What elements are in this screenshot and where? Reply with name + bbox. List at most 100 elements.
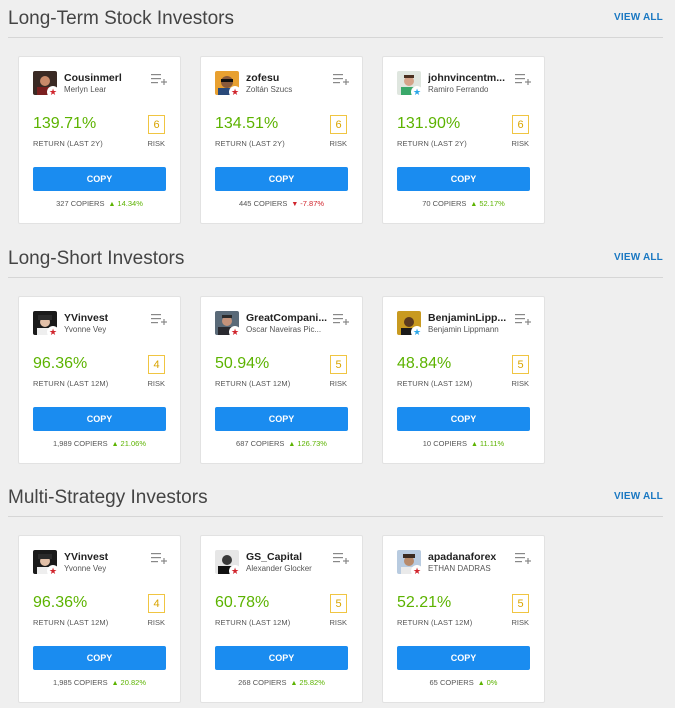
add-to-watchlist-icon[interactable] (515, 313, 531, 325)
investor-cards: ★ Cousinmerl Merlyn Lear 139.71% RETURN … (18, 56, 675, 224)
risk-score: 4 (148, 594, 165, 613)
add-to-watchlist-icon[interactable] (151, 73, 167, 85)
risk-label: RISK (511, 139, 529, 148)
trend-up-icon: ▲ (470, 441, 478, 448)
username[interactable]: johnvincentm... (428, 72, 505, 84)
username[interactable]: Cousinmerl (64, 72, 122, 84)
copiers-change: 20.82% (120, 678, 146, 687)
investor-card: ★ Cousinmerl Merlyn Lear 139.71% RETURN … (18, 56, 181, 224)
copy-button[interactable]: COPY (397, 646, 530, 670)
section-header: Long-Short Investors VIEW ALL (8, 240, 663, 278)
return-value: 139.71% (33, 115, 97, 132)
copy-button[interactable]: COPY (33, 167, 166, 191)
copiers-count: 445 COPIERS (238, 199, 288, 208)
trend-down-icon: ▼ (291, 201, 299, 208)
return-label: RETURN (LAST 2Y) (397, 139, 467, 148)
red-star-icon: ★ (229, 326, 241, 338)
username[interactable]: GreatCompani... (246, 312, 327, 324)
copiers-row: 65 COPIERS ▲ 0% (383, 678, 544, 687)
copiers-row: 687 COPIERS ▲ 126.73% (201, 439, 362, 448)
return-label: RETURN (LAST 12M) (33, 379, 109, 388)
risk-label: RISK (511, 379, 529, 388)
return-value: 48.84% (397, 355, 452, 372)
add-to-watchlist-icon[interactable] (151, 313, 167, 325)
copiers-change: 14.34% (117, 199, 143, 208)
investor-card: ★ zofesu Zoltán Szucs 134.51% RETURN (LA… (200, 56, 363, 224)
copiers-change: 11.11% (479, 439, 505, 448)
username[interactable]: BenjaminLipp... (428, 312, 506, 324)
username[interactable]: YVinvest (64, 551, 108, 563)
copiers-change: 126.73% (297, 439, 327, 448)
risk-score: 4 (148, 355, 165, 374)
copiers-count: 327 COPIERS (56, 199, 105, 208)
copiers-row: 327 COPIERS ▲ 14.34% (19, 199, 180, 208)
trend-up-icon: ▲ (290, 680, 298, 687)
risk-score: 5 (512, 355, 529, 374)
blue-star-icon: ★ (411, 86, 423, 98)
copiers-row: 268 COPIERS ▲ 25.82% (201, 678, 362, 687)
add-to-watchlist-icon[interactable] (151, 552, 167, 564)
section-title: Long-Short Investors (8, 248, 185, 269)
add-to-watchlist-icon[interactable] (333, 313, 349, 325)
investor-card: ★ apadanaforex ETHAN DADRAS 52.21% RETUR… (382, 535, 545, 703)
risk-score: 5 (512, 594, 529, 613)
copiers-count: 10 COPIERS (422, 439, 467, 448)
full-name: Merlyn Lear (64, 85, 107, 94)
copy-button[interactable]: COPY (215, 167, 348, 191)
copy-button[interactable]: COPY (33, 407, 166, 431)
username[interactable]: YVinvest (64, 312, 108, 324)
copiers-count: 1,989 COPIERS (53, 439, 108, 448)
copiers-row: 1,989 COPIERS ▲ 21.06% (19, 439, 180, 448)
copy-button[interactable]: COPY (397, 407, 530, 431)
add-to-watchlist-icon[interactable] (515, 552, 531, 564)
investor-card: ★ GS_Capital Alexander Glocker 60.78% RE… (200, 535, 363, 703)
add-to-watchlist-icon[interactable] (333, 552, 349, 564)
copy-button[interactable]: COPY (215, 646, 348, 670)
copiers-row: 70 COPIERS ▲ 52.17% (383, 199, 544, 208)
return-value: 96.36% (33, 355, 88, 372)
copiers-change: 52.17% (479, 199, 505, 208)
return-label: RETURN (LAST 12M) (215, 379, 291, 388)
investor-card: ★ YVinvest Yvonne Vey 96.36% RETURN (LAS… (18, 535, 181, 703)
section-header: Long-Term Stock Investors VIEW ALL (8, 0, 663, 38)
copiers-row: 1,985 COPIERS ▲ 20.82% (19, 678, 180, 687)
trend-up-icon: ▲ (288, 441, 296, 448)
risk-label: RISK (329, 139, 347, 148)
copy-button[interactable]: COPY (33, 646, 166, 670)
investor-cards: ★ YVinvest Yvonne Vey 96.36% RETURN (LAS… (18, 535, 675, 703)
full-name: Ramiro Ferrando (428, 85, 489, 94)
full-name: Alexander Glocker (246, 564, 312, 573)
username[interactable]: zofesu (246, 72, 279, 84)
full-name: Oscar Naveiras Pic... (246, 325, 322, 334)
investor-card: ★ BenjaminLipp... Benjamin Lippmann 48.8… (382, 296, 545, 464)
add-to-watchlist-icon[interactable] (515, 73, 531, 85)
red-star-icon: ★ (47, 326, 59, 338)
username[interactable]: GS_Capital (246, 551, 302, 563)
return-value: 50.94% (215, 355, 270, 372)
trend-up-icon: ▲ (477, 680, 485, 687)
copiers-count: 70 COPIERS (422, 199, 467, 208)
investor-card: ★ johnvincentm... Ramiro Ferrando 131.90… (382, 56, 545, 224)
view-all-link[interactable]: VIEW ALL (614, 491, 663, 502)
add-to-watchlist-icon[interactable] (333, 73, 349, 85)
full-name: ETHAN DADRAS (428, 564, 491, 573)
copiers-count: 687 COPIERS (236, 439, 285, 448)
investor-cards: ★ YVinvest Yvonne Vey 96.36% RETURN (LAS… (18, 296, 675, 464)
view-all-link[interactable]: VIEW ALL (614, 12, 663, 23)
copy-button[interactable]: COPY (215, 407, 348, 431)
copy-button[interactable]: COPY (397, 167, 530, 191)
copiers-change: 0% (486, 678, 498, 687)
section-header: Multi-Strategy Investors VIEW ALL (8, 479, 663, 517)
copiers-count: 1,985 COPIERS (53, 678, 108, 687)
risk-score: 6 (512, 115, 529, 134)
trend-up-icon: ▲ (470, 201, 478, 208)
copiers-change: -7.87% (300, 199, 325, 208)
return-value: 96.36% (33, 594, 88, 611)
risk-score: 5 (330, 355, 347, 374)
username[interactable]: apadanaforex (428, 551, 496, 563)
red-star-icon: ★ (411, 565, 423, 577)
return-label: RETURN (LAST 12M) (33, 618, 109, 627)
view-all-link[interactable]: VIEW ALL (614, 252, 663, 263)
return-label: RETURN (LAST 12M) (397, 379, 473, 388)
red-star-icon: ★ (47, 86, 59, 98)
